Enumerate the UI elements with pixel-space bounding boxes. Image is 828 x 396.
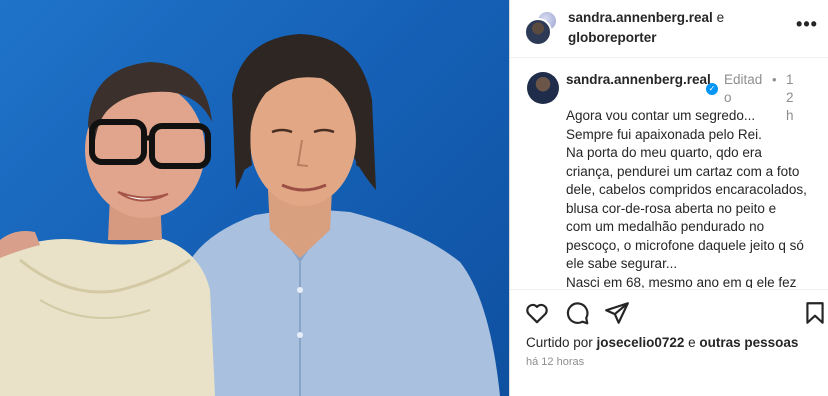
post-photo[interactable] <box>0 0 509 396</box>
like-button[interactable] <box>524 300 550 326</box>
avatar[interactable] <box>524 18 552 46</box>
liked-prefix: Curtido por <box>526 335 597 350</box>
caption-line: Agora vou contar um segredo... <box>566 108 756 123</box>
caption-line: blusa cor-de-rosa aberta no peito e <box>566 200 777 216</box>
caption-line: pescoço, o microfone daquele jeito q só <box>566 237 804 253</box>
post-actions: Curtido por josecelio0722 e outras pesso… <box>510 289 828 396</box>
caption-area: sandra.annenberg.real ✓ Editado • 12h Ag… <box>510 59 828 288</box>
share-button[interactable] <box>604 300 630 326</box>
caption-username[interactable]: sandra.annenberg.real <box>566 71 712 89</box>
liker-username-link[interactable]: josecelio0722 <box>597 335 685 350</box>
caption-text: Agora vou contar um segredo... Sempre fu… <box>566 107 820 288</box>
send-icon <box>605 302 629 324</box>
photo-illustration <box>0 34 500 396</box>
caption-line: ele sabe segurar... <box>566 256 678 271</box>
more-horizontal-icon: ••• <box>796 14 818 34</box>
collab-avatars[interactable] <box>524 10 560 46</box>
bookmark-icon <box>806 302 824 324</box>
connector-text: e <box>712 10 725 25</box>
username-link[interactable]: globoreporter <box>568 30 657 45</box>
username-link[interactable]: sandra.annenberg.real <box>568 10 713 25</box>
caption-line: com um medalhão pendurado no <box>566 219 765 234</box>
caption-line: Nasci em 68, mesmo ano em q ele fez <box>566 274 797 289</box>
heart-icon <box>526 303 548 324</box>
caption-line: criança, pendurei um cartaz com a foto <box>566 163 800 179</box>
liked-connector: e <box>684 335 700 350</box>
other-likers-link[interactable]: outras pessoas <box>699 335 798 350</box>
caption-line: dele, cabelos compridos encaracolados, <box>566 182 807 197</box>
more-options-button[interactable]: ••• <box>795 14 819 38</box>
comment-icon <box>566 302 589 325</box>
caption-line: Na porta do meu quarto, qdo era <box>566 145 762 160</box>
separator-dot: • <box>772 72 777 87</box>
post-header: sandra.annenberg.real e globoreporter ••… <box>510 0 828 58</box>
liked-by-text: Curtido por josecelio0722 e outras pesso… <box>526 334 826 352</box>
edited-label: Editado <box>724 72 763 105</box>
post-timestamp[interactable]: há 12 horas <box>526 354 584 370</box>
avatar[interactable] <box>527 72 559 104</box>
caption-line: Sempre fui apaixonada pelo Rei. <box>566 126 762 142</box>
verified-badge-icon: ✓ <box>706 83 718 95</box>
comment-button[interactable] <box>564 300 590 326</box>
post-side-panel: sandra.annenberg.real e globoreporter ••… <box>509 0 828 396</box>
save-button[interactable] <box>802 300 828 326</box>
collab-usernames: sandra.annenberg.real e globoreporter <box>568 8 778 48</box>
